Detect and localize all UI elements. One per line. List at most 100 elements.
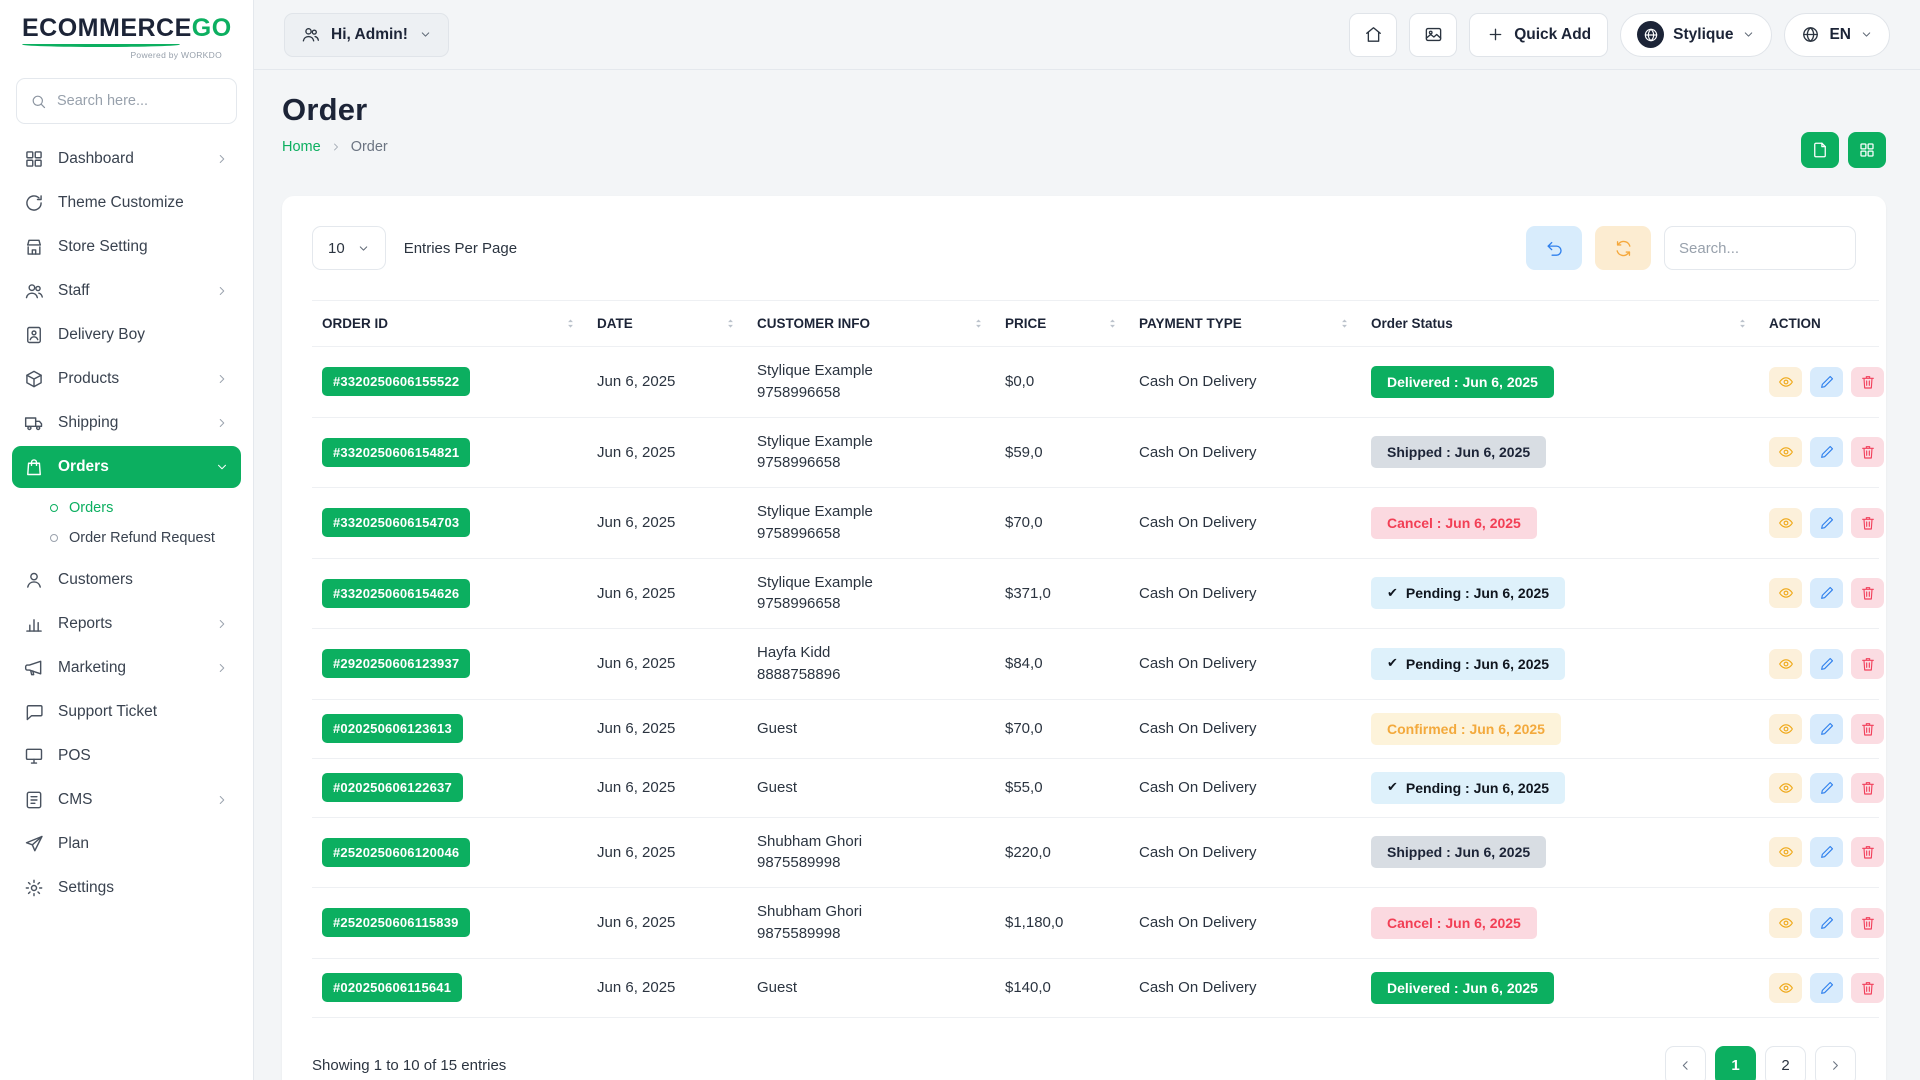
logo-tagline: Powered by WORKDO bbox=[22, 50, 222, 60]
view-button[interactable] bbox=[1769, 649, 1802, 679]
quick-add-button[interactable]: Quick Add bbox=[1469, 13, 1608, 57]
edit-button[interactable] bbox=[1810, 508, 1843, 538]
refresh-icon bbox=[1614, 239, 1633, 258]
sidebar-item-orders[interactable]: Orders bbox=[12, 446, 241, 488]
logo[interactable]: ECOMMERCEGO Powered by WORKDO bbox=[0, 0, 253, 64]
edit-button[interactable] bbox=[1810, 908, 1843, 938]
entries-per-page-select[interactable]: 10 bbox=[312, 226, 386, 270]
home-button[interactable] bbox=[1349, 13, 1397, 57]
edit-button[interactable] bbox=[1810, 837, 1843, 867]
media-button[interactable] bbox=[1409, 13, 1457, 57]
plan-icon bbox=[24, 834, 44, 854]
customer-name: Guest bbox=[757, 777, 985, 799]
export-button[interactable] bbox=[1801, 132, 1839, 168]
sidebar-item-settings[interactable]: Settings bbox=[12, 867, 241, 909]
order-price: $1,180,0 bbox=[995, 888, 1129, 959]
sidebar-item-staff[interactable]: Staff bbox=[12, 270, 241, 312]
edit-button[interactable] bbox=[1810, 437, 1843, 467]
image-icon bbox=[1424, 25, 1443, 44]
delete-button[interactable] bbox=[1851, 508, 1884, 538]
delete-button[interactable] bbox=[1851, 437, 1884, 467]
order-id-badge[interactable]: #3320250606154703 bbox=[322, 508, 470, 537]
view-button[interactable] bbox=[1769, 773, 1802, 803]
delete-button[interactable] bbox=[1851, 649, 1884, 679]
delete-button[interactable] bbox=[1851, 714, 1884, 744]
sidebar-item-label: Delivery Boy bbox=[58, 326, 229, 344]
eye-icon bbox=[1778, 374, 1794, 390]
pagination-next-button[interactable] bbox=[1815, 1046, 1856, 1080]
edit-button[interactable] bbox=[1810, 367, 1843, 397]
column-header-order-id[interactable]: ORDER ID bbox=[312, 301, 587, 347]
order-id-badge[interactable]: #3320250606155522 bbox=[322, 367, 470, 396]
sidebar-item-delivery-boy[interactable]: Delivery Boy bbox=[12, 314, 241, 356]
view-button[interactable] bbox=[1769, 508, 1802, 538]
order-id-badge[interactable]: #020250606122637 bbox=[322, 773, 463, 802]
sidebar-item-store-setting[interactable]: Store Setting bbox=[12, 226, 241, 268]
order-id-badge[interactable]: #2520250606120046 bbox=[322, 838, 470, 867]
delete-button[interactable] bbox=[1851, 367, 1884, 397]
language-switcher-button[interactable]: EN bbox=[1784, 13, 1890, 57]
sidebar-item-products[interactable]: Products bbox=[12, 358, 241, 400]
sidebar-item-shipping[interactable]: Shipping bbox=[12, 402, 241, 444]
delete-button[interactable] bbox=[1851, 578, 1884, 608]
view-button[interactable] bbox=[1769, 367, 1802, 397]
main-content: Hi, Admin! Quick Add Stylique bbox=[254, 0, 1920, 1080]
sidebar-item-cms[interactable]: CMS bbox=[12, 779, 241, 821]
sidebar-search-input[interactable] bbox=[57, 93, 223, 109]
admin-menu-button[interactable]: Hi, Admin! bbox=[284, 13, 449, 57]
sidebar-subitem-orders[interactable]: Orders bbox=[40, 493, 241, 523]
sidebar-item-customers[interactable]: Customers bbox=[12, 559, 241, 601]
view-button[interactable] bbox=[1769, 578, 1802, 608]
edit-button[interactable] bbox=[1810, 714, 1843, 744]
column-header-payment-type[interactable]: PAYMENT TYPE bbox=[1129, 301, 1361, 347]
pagination-prev-button[interactable] bbox=[1665, 1046, 1706, 1080]
order-id-badge[interactable]: #020250606123613 bbox=[322, 714, 463, 743]
column-header-price[interactable]: PRICE bbox=[995, 301, 1129, 347]
sidebar: ECOMMERCEGO Powered by WORKDO DashboardT… bbox=[0, 0, 254, 1080]
pagination-page-1[interactable]: 1 bbox=[1715, 1046, 1756, 1080]
edit-button[interactable] bbox=[1810, 973, 1843, 1003]
refresh-button[interactable] bbox=[1595, 226, 1651, 270]
delete-button[interactable] bbox=[1851, 973, 1884, 1003]
admin-greeting: Hi, Admin! bbox=[331, 26, 408, 44]
view-button[interactable] bbox=[1769, 973, 1802, 1003]
order-id-badge[interactable]: #3320250606154821 bbox=[322, 438, 470, 467]
order-id-badge[interactable]: #2520250606115839 bbox=[322, 908, 470, 937]
delete-button[interactable] bbox=[1851, 908, 1884, 938]
column-header-order-status[interactable]: Order Status bbox=[1361, 301, 1759, 347]
delete-button[interactable] bbox=[1851, 837, 1884, 867]
users-icon bbox=[301, 25, 320, 44]
grid-view-button[interactable] bbox=[1848, 132, 1886, 168]
sidebar-item-dashboard[interactable]: Dashboard bbox=[12, 138, 241, 180]
edit-button[interactable] bbox=[1810, 578, 1843, 608]
edit-button[interactable] bbox=[1810, 649, 1843, 679]
view-button[interactable] bbox=[1769, 837, 1802, 867]
sidebar-item-support-ticket[interactable]: Support Ticket bbox=[12, 691, 241, 733]
view-button[interactable] bbox=[1769, 714, 1802, 744]
sidebar-subitem-order-refund-request[interactable]: Order Refund Request bbox=[40, 523, 241, 553]
edit-button[interactable] bbox=[1810, 773, 1843, 803]
sidebar-item-marketing[interactable]: Marketing bbox=[12, 647, 241, 689]
order-id-badge[interactable]: #2920250606123937 bbox=[322, 649, 470, 678]
table-search-input[interactable] bbox=[1664, 226, 1856, 270]
order-date: Jun 6, 2025 bbox=[587, 958, 747, 1017]
column-header-date[interactable]: DATE bbox=[587, 301, 747, 347]
order-id-badge[interactable]: #3320250606154626 bbox=[322, 579, 470, 608]
column-header-customer-info[interactable]: CUSTOMER INFO bbox=[747, 301, 995, 347]
sidebar-item-reports[interactable]: Reports bbox=[12, 603, 241, 645]
view-button[interactable] bbox=[1769, 437, 1802, 467]
customer-info: Stylique Example9758996658 bbox=[747, 488, 995, 559]
pagination-page-2[interactable]: 2 bbox=[1765, 1046, 1806, 1080]
breadcrumb-home-link[interactable]: Home bbox=[282, 139, 321, 155]
view-button[interactable] bbox=[1769, 908, 1802, 938]
sidebar-item-plan[interactable]: Plan bbox=[12, 823, 241, 865]
undo-button[interactable] bbox=[1526, 226, 1582, 270]
chevron-right-icon bbox=[215, 152, 229, 166]
store-switcher-button[interactable]: Stylique bbox=[1620, 13, 1772, 57]
table-row: #020250606122637Jun 6, 2025Guest$55,0Cas… bbox=[312, 758, 1879, 817]
delete-button[interactable] bbox=[1851, 773, 1884, 803]
order-id-badge[interactable]: #020250606115641 bbox=[322, 973, 462, 1002]
sidebar-item-theme-customize[interactable]: Theme Customize bbox=[12, 182, 241, 224]
chevron-down-icon bbox=[1860, 28, 1873, 41]
sidebar-item-pos[interactable]: POS bbox=[12, 735, 241, 777]
